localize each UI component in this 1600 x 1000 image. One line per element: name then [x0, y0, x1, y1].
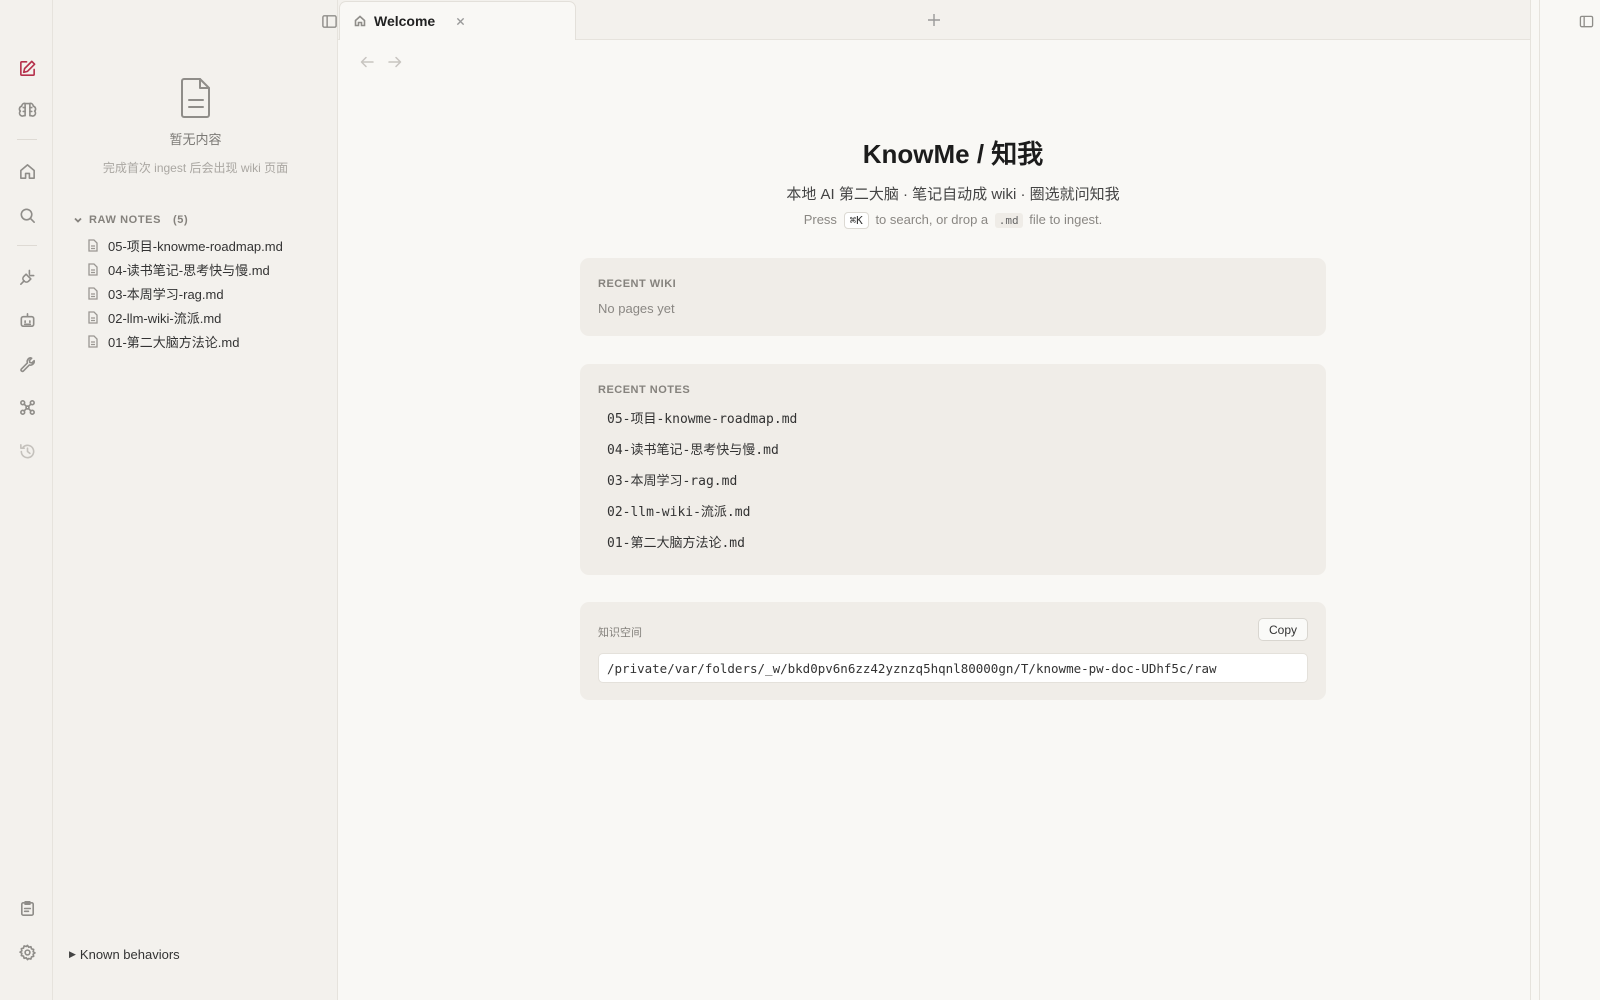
wiki-empty-state: 暂无内容 完成首次 ingest 后会出现 wiki 页面	[53, 76, 338, 176]
rail-divider	[17, 245, 37, 246]
triangle-right-icon: ▶	[69, 949, 76, 959]
recent-wiki-label: RECENT WIKI	[598, 278, 677, 290]
plus-icon	[928, 14, 940, 26]
file-name: 05-项目-knowme-roadmap.md	[108, 238, 283, 254]
tab-welcome[interactable]: Welcome	[339, 1, 576, 40]
back-arrow-icon[interactable]	[358, 53, 376, 71]
home-icon[interactable]	[14, 158, 40, 184]
knowledge-space-card: 知识空间 Copy	[580, 602, 1326, 700]
raw-notes-list: 05-项目-knowme-roadmap.md 04-读书笔记-思考快与慢.md…	[86, 233, 331, 353]
knowledge-space-label: 知识空间	[598, 627, 642, 639]
brain-icon[interactable]	[14, 96, 40, 122]
search-hint: Press ⌘K to search, or drop a .md file t…	[580, 212, 1326, 229]
file-name: 03-本周学习-rag.md	[108, 286, 224, 302]
raw-notes-label: RAW NOTES	[89, 214, 162, 226]
recent-note-link[interactable]: 02-llm-wiki-流派.md	[607, 504, 797, 535]
tab-label: Welcome	[374, 13, 436, 29]
file-name: 04-读书笔记-思考快与慢.md	[108, 262, 270, 278]
hint-middle: to search, or drop a	[875, 212, 989, 227]
right-sidebar-toggle-icon[interactable]	[1576, 11, 1596, 31]
plug-icon[interactable]	[14, 264, 40, 290]
raw-notes-count: (5)	[173, 214, 189, 226]
file-icon	[88, 310, 98, 324]
recent-notes-list: 05-项目-knowme-roadmap.md 04-读书笔记-思考快与慢.md…	[607, 411, 797, 566]
sidebar-toggle-icon[interactable]	[318, 10, 340, 32]
rail-divider	[17, 139, 37, 140]
right-panel-strip	[1530, 0, 1600, 1000]
known-behaviors-label: Known behaviors	[79, 947, 180, 962]
file-item[interactable]: 05-项目-knowme-roadmap.md	[86, 233, 331, 257]
file-item[interactable]: 02-llm-wiki-流派.md	[86, 305, 331, 329]
recent-note-link[interactable]: 04-读书笔记-思考快与慢.md	[607, 442, 797, 473]
edit-icon[interactable]	[14, 55, 40, 81]
copy-button[interactable]: Copy	[1257, 618, 1308, 641]
recent-wiki-empty: No pages yet	[598, 301, 675, 316]
recent-wiki-card: RECENT WIKI No pages yet	[580, 258, 1326, 336]
clipboard-icon[interactable]	[14, 895, 40, 921]
page-title: KnowMe / 知我	[862, 139, 1044, 169]
knowledge-space-path-field[interactable]	[598, 653, 1308, 683]
recent-note-link[interactable]: 01-第二大脑方法论.md	[607, 535, 797, 566]
recent-notes-label: RECENT NOTES	[598, 384, 691, 396]
file-name: 01-第二大脑方法论.md	[108, 334, 240, 350]
chevron-down-icon	[74, 217, 82, 223]
recent-notes-card: RECENT NOTES 05-项目-knowme-roadmap.md 04-…	[580, 364, 1326, 575]
shortcut-key: ⌘K	[843, 212, 869, 229]
recent-note-link[interactable]: 03-本周学习-rag.md	[607, 473, 797, 504]
file-icon	[88, 238, 98, 252]
icon-rail	[0, 0, 53, 1000]
document-icon	[53, 76, 338, 125]
file-item[interactable]: 01-第二大脑方法论.md	[86, 329, 331, 353]
file-icon	[88, 334, 98, 348]
bot-icon[interactable]	[14, 307, 40, 333]
forward-arrow-icon[interactable]	[386, 53, 404, 71]
right-panel-inner	[1539, 0, 1600, 1000]
known-behaviors-toggle[interactable]: ▶ Known behaviors	[69, 947, 180, 962]
file-name: 02-llm-wiki-流派.md	[108, 310, 222, 326]
raw-notes-header[interactable]: RAW NOTES (5)	[73, 211, 188, 229]
file-extension-code: .md	[994, 213, 1023, 228]
hint-end: file to ingest.	[1029, 212, 1103, 227]
empty-state-subtitle: 完成首次 ingest 后会出现 wiki 页面	[102, 161, 289, 175]
gear-icon[interactable]	[14, 939, 40, 965]
sidebar: 暂无内容 完成首次 ingest 后会出现 wiki 页面 RAW NOTES …	[53, 0, 338, 1000]
hint-press: Press	[803, 212, 837, 227]
history-icon[interactable]	[14, 438, 40, 464]
file-icon	[88, 262, 98, 276]
graph-icon[interactable]	[14, 394, 40, 420]
file-item[interactable]: 03-本周学习-rag.md	[86, 281, 331, 305]
empty-state-title: 暂无内容	[169, 132, 222, 147]
new-tab-button[interactable]	[923, 9, 945, 31]
page-subtitle: 本地 AI 第二大脑 · 笔记自动成 wiki · 圈选就问知我	[786, 186, 1120, 203]
tab-bar: Welcome	[338, 0, 1530, 40]
file-item[interactable]: 04-读书笔记-思考快与慢.md	[86, 257, 331, 281]
wrench-icon[interactable]	[14, 351, 40, 377]
search-icon[interactable]	[14, 202, 40, 228]
close-icon[interactable]	[453, 14, 467, 28]
file-icon	[88, 286, 98, 300]
home-icon	[354, 15, 366, 27]
recent-note-link[interactable]: 05-项目-knowme-roadmap.md	[607, 411, 797, 442]
